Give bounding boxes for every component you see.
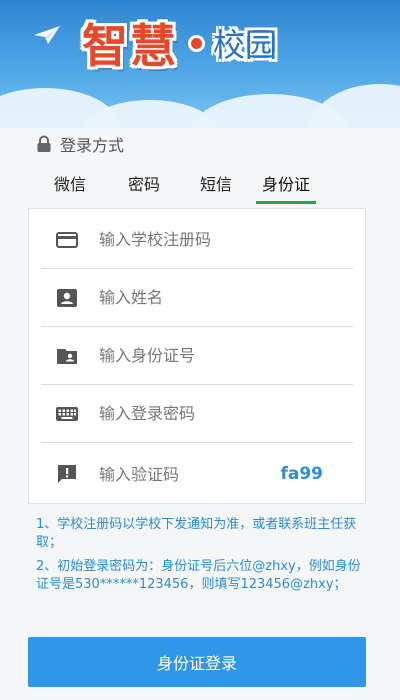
login-mode-title: 登录方式 [60,136,125,155]
login-page: 智慧 校园 登录方式 微信 密码 短信 身份证 输入学校注册码 输入姓名 输入身… [0,0,400,700]
name-input[interactable] [99,288,353,307]
login-notes: 1、学校注册码以学校下发通知为准，或者联系班主任获取； 2、初始登录密码为：身份… [36,516,366,600]
password-input[interactable] [99,404,353,423]
id-number-input[interactable] [99,346,353,365]
captcha-code[interactable]: fa99 [280,464,323,484]
tab-sms[interactable]: 短信 [200,170,232,200]
lock-icon [37,135,51,152]
keyboard-icon [56,406,78,421]
login-mode-header: 登录方式 [36,132,124,156]
id-folder-icon [57,348,77,364]
id-card-login-button[interactable]: 身份证登录 [28,637,366,687]
password-row [41,385,353,443]
paper-plane-icon [34,26,60,44]
app-logo: 智慧 校园 [82,8,277,78]
card-icon [56,231,78,248]
tab-id-card[interactable]: 身份证 [255,170,317,204]
note-school-code: 1、学校注册码以学校下发通知为准，或者联系班主任获取； [36,517,357,550]
login-method-tabs: 微信 密码 短信 身份证 [40,170,340,204]
login-form: fa99 [28,208,366,504]
school-code-input[interactable] [99,230,353,249]
tab-wechat[interactable]: 微信 [54,170,86,200]
note-initial-password: 2、初始登录密码为：身份证号后六位@zhxy，例如身份证号是530******1… [36,559,361,592]
logo-sub-text: 校园 [213,26,278,64]
alert-message-icon [58,465,76,483]
logo-dot [188,34,205,52]
person-badge-icon [57,288,77,307]
header-banner: 智慧 校园 [0,0,400,128]
logo-main-text: 智慧 [82,19,178,73]
school-code-row [41,211,353,269]
id-number-row [41,327,353,385]
name-row [41,269,353,327]
tab-password[interactable]: 密码 [128,170,160,200]
captcha-input[interactable] [99,464,281,484]
captcha-row: fa99 [41,445,353,503]
